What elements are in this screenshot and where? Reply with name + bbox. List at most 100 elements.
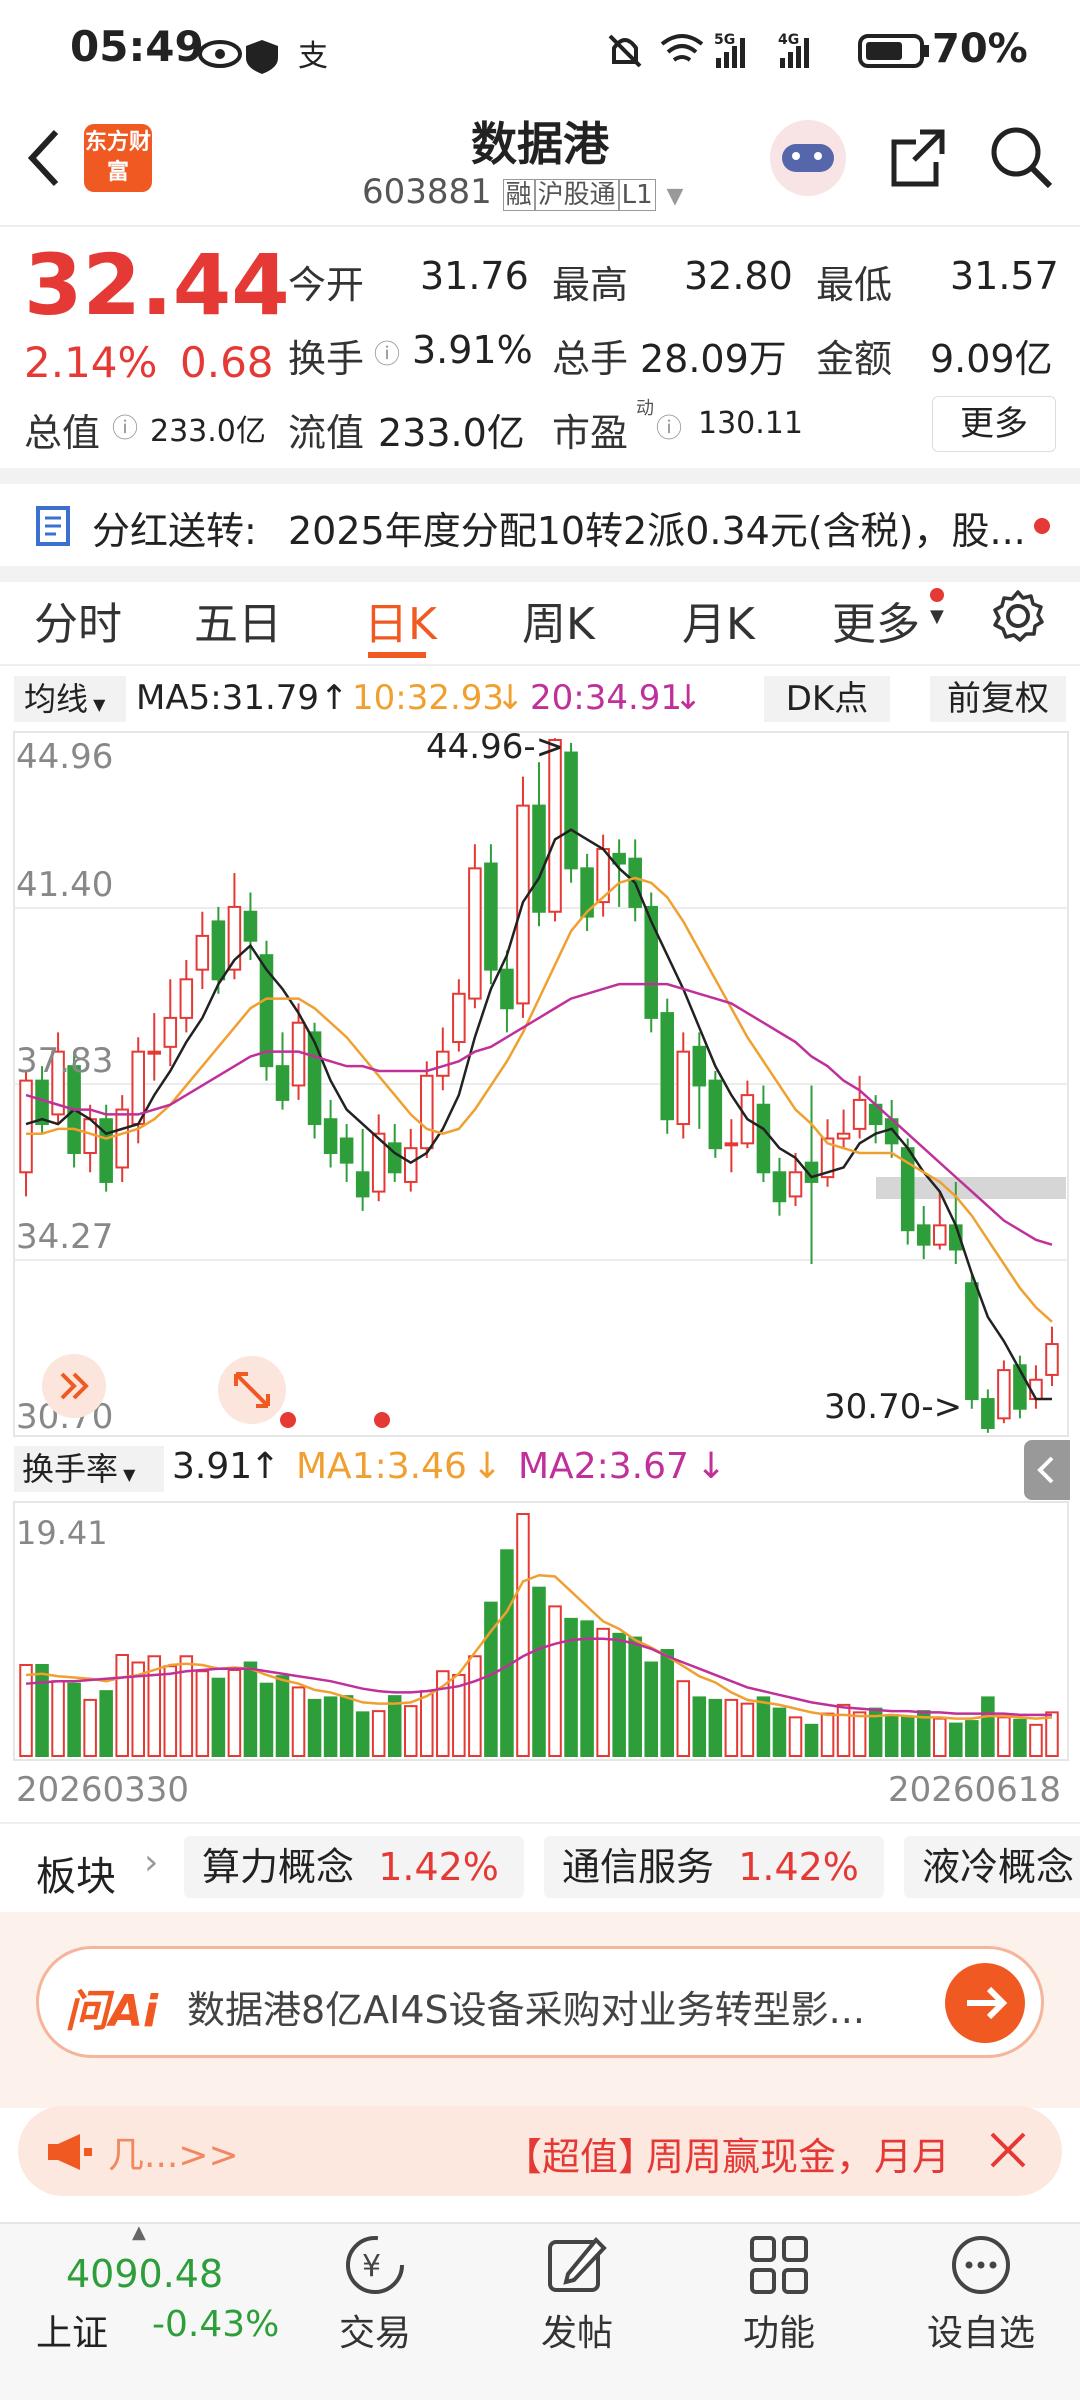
index-value[interactable]: 4090.48 <box>66 2252 223 2296</box>
battery-level: 70% <box>932 26 1028 72</box>
svg-text:¥: ¥ <box>362 2249 381 2284</box>
event-marker[interactable] <box>374 1412 390 1428</box>
collapse-panel-button[interactable] <box>1024 1440 1070 1500</box>
nav-trade[interactable]: 交易 <box>315 2304 435 2356</box>
ai-submit-button[interactable] <box>945 1963 1025 2043</box>
nav-functions[interactable]: 功能 <box>719 2304 839 2356</box>
candle <box>708 1070 723 1158</box>
sub-indicator-label: 换手率 <box>22 1450 119 1488</box>
adjust-mode-button[interactable]: 前复权 <box>930 676 1066 722</box>
sector-chip[interactable]: 通信服务 1.42% <box>544 1836 884 1898</box>
more-stats-button[interactable]: 更多 <box>932 396 1056 452</box>
low-annotation: 30.70-> <box>824 1387 962 1427</box>
arrow-right-icon <box>967 1986 1008 2020</box>
stat-label-pe: 市盈 <box>552 411 629 455</box>
sector-chip[interactable]: 算力概念 1.42% <box>184 1836 524 1898</box>
tab-monthly-k[interactable]: 月K <box>682 588 755 652</box>
turnover-bar <box>772 1707 787 1757</box>
candle <box>468 844 482 1009</box>
dividend-label: 分红送转: <box>92 509 257 553</box>
candle <box>436 1027 450 1091</box>
assistant-avatar[interactable] <box>770 120 846 196</box>
turnover-bar <box>275 1675 290 1758</box>
chevron-right-icon[interactable]: › <box>144 1842 158 1883</box>
sector-change: 1.42% <box>378 1845 499 1889</box>
stat-label-high: 最高 <box>552 263 629 307</box>
stat-amount: 9.09亿 <box>930 337 1053 381</box>
share-icon[interactable] <box>886 126 950 190</box>
promo-banner[interactable]: 几...>> 【超值】 周周赢现金，月月 <box>18 2106 1062 2196</box>
stat-total-value: 233.0亿 <box>150 414 266 449</box>
turnover-chart[interactable]: 19.41 <box>0 1500 1080 1762</box>
more-dots-icon <box>952 2236 1010 2294</box>
nav-post[interactable]: 发帖 <box>517 2304 637 2356</box>
active-tab-indicator <box>368 652 426 658</box>
fullscreen-icon[interactable] <box>218 1356 286 1424</box>
sector-chip[interactable]: 液冷概念 <box>904 1836 1080 1898</box>
tab-weekly-k[interactable]: 周K <box>522 588 595 652</box>
candle <box>724 1119 739 1173</box>
candle <box>820 1119 835 1187</box>
gear-icon[interactable] <box>990 588 1046 644</box>
stock-code: 603881 <box>362 172 492 212</box>
info-icon[interactable]: ⓘ <box>112 408 138 445</box>
turnover-bar <box>1029 1723 1043 1758</box>
info-icon[interactable]: ⓘ <box>374 334 400 371</box>
candlestick-chart[interactable]: 44.96 41.40 37.83 34.27 30.70 44.96-> 30… <box>0 728 1080 1440</box>
candle <box>836 1109 851 1149</box>
nav-add-watchlist[interactable]: 设自选 <box>921 2304 1041 2356</box>
candle <box>163 979 178 1067</box>
turnover-bar <box>788 1716 803 1758</box>
sub-indicator-selector[interactable]: 换手率 ▼ <box>14 1446 164 1492</box>
candle <box>99 1104 113 1192</box>
indicator-selector-label: 均线 <box>24 680 89 718</box>
unread-dot <box>1034 518 1050 534</box>
candle <box>195 911 210 989</box>
separator <box>0 468 1080 484</box>
candle <box>564 742 578 883</box>
ai-question-box[interactable]: 问Ai 数据港8亿AI4S设备采购对业务转型影... <box>36 1946 1044 2058</box>
tab-five-day[interactable]: 五日 <box>194 588 282 652</box>
candle <box>371 1114 386 1202</box>
turnover-bar <box>99 1690 113 1757</box>
turnover-bar <box>804 1723 819 1758</box>
stat-label-float-value: 流值 <box>288 411 365 455</box>
turnover-bar <box>83 1698 97 1757</box>
turnover-ma2-arrow: ↓ <box>696 1446 727 1487</box>
stat-pe: 130.11 <box>698 406 803 441</box>
separator <box>0 1822 1080 1824</box>
info-icon[interactable]: ⓘ <box>656 408 682 445</box>
turnover-bar <box>660 1649 675 1757</box>
close-icon[interactable] <box>986 2128 1030 2172</box>
candle <box>227 873 242 980</box>
tab-daily-k[interactable]: 日K <box>364 588 437 652</box>
event-marker[interactable] <box>280 1412 296 1428</box>
candle <box>772 1157 787 1216</box>
sector-name: 通信服务 <box>562 1845 715 1889</box>
turnover-ma1-arrow: ↓ <box>472 1446 503 1487</box>
indicator-selector[interactable]: 均线 ▼ <box>14 676 126 722</box>
candle <box>676 1032 691 1139</box>
turnover-bar <box>420 1690 434 1757</box>
post-icon <box>548 2237 607 2292</box>
candle <box>484 844 498 985</box>
stat-high: 32.80 <box>684 254 793 298</box>
turnover-bar <box>67 1682 81 1757</box>
more-tab-dot <box>930 588 944 602</box>
stat-turnover: 3.91% <box>412 328 533 372</box>
y-tick-3: 37.83 <box>16 1041 113 1081</box>
pe-dynamic-mark: 动 <box>636 398 654 419</box>
turnover-bar <box>35 1663 49 1757</box>
search-icon[interactable] <box>988 124 1056 192</box>
dk-point-button[interactable]: DK点 <box>764 676 890 722</box>
expand-left-icon[interactable] <box>42 1354 106 1418</box>
dividend-banner[interactable]: 分红送转: 2025年度分配10转2派0.34元(含税)，股... <box>0 484 1080 566</box>
tab-more[interactable]: 更多 <box>832 588 920 652</box>
candle <box>452 979 466 1052</box>
tab-intraday[interactable]: 分时 <box>34 588 122 652</box>
turnover-bar <box>612 1632 626 1757</box>
turnover-arrow: ↑ <box>250 1446 281 1487</box>
chevron-up-icon[interactable]: ▲ <box>132 2222 146 2243</box>
turnover-bar <box>1013 1718 1027 1758</box>
svg-text:4G: 4G <box>778 32 799 48</box>
